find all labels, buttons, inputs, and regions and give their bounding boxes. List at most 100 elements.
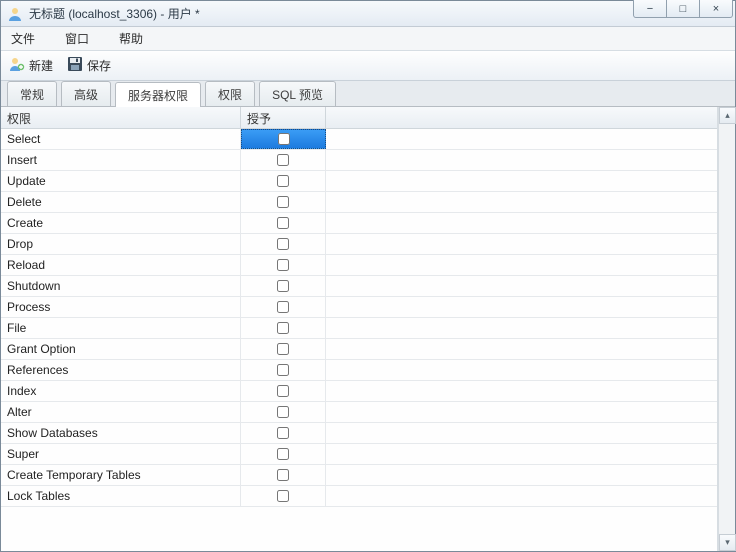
app-window: 无标题 (localhost_3306) - 用户 * − □ × 文件 窗口 … — [0, 0, 736, 552]
grant-cell[interactable] — [241, 486, 326, 506]
table-row[interactable]: Select — [1, 129, 717, 150]
scroll-up-button[interactable]: ▴ — [719, 107, 736, 124]
tab-general[interactable]: 常规 — [7, 81, 57, 106]
grant-checkbox[interactable] — [277, 280, 289, 292]
grant-cell[interactable] — [241, 297, 326, 317]
table-row[interactable]: Create Temporary Tables — [1, 465, 717, 486]
column-privilege[interactable]: 权限 — [1, 107, 241, 128]
chevron-up-icon: ▴ — [725, 110, 730, 121]
vertical-scrollbar[interactable]: ▴ ▾ — [718, 107, 735, 551]
privilege-cell[interactable]: Lock Tables — [1, 486, 241, 506]
tab-server-privileges[interactable]: 服务器权限 — [115, 82, 201, 107]
privilege-cell[interactable]: Show Databases — [1, 423, 241, 443]
grant-cell[interactable] — [241, 360, 326, 380]
privilege-cell[interactable]: File — [1, 318, 241, 338]
tab-privileges[interactable]: 权限 — [205, 81, 255, 106]
scroll-down-button[interactable]: ▾ — [719, 534, 736, 551]
table-row[interactable]: References — [1, 360, 717, 381]
table-row[interactable]: Super — [1, 444, 717, 465]
new-button[interactable]: 新建 — [9, 56, 53, 75]
privilege-cell[interactable]: References — [1, 360, 241, 380]
close-icon: × — [713, 3, 719, 15]
grant-checkbox[interactable] — [277, 322, 289, 334]
maximize-button[interactable]: □ — [666, 0, 700, 18]
grant-cell[interactable] — [241, 318, 326, 338]
grant-cell[interactable] — [241, 423, 326, 443]
privilege-cell[interactable]: Create Temporary Tables — [1, 465, 241, 485]
grant-cell[interactable] — [241, 255, 326, 275]
privilege-cell[interactable]: Create — [1, 213, 241, 233]
menu-file[interactable]: 文件 — [7, 28, 39, 49]
new-label: 新建 — [29, 57, 53, 74]
grid-header: 权限 授予 — [1, 107, 717, 129]
titlebar[interactable]: 无标题 (localhost_3306) - 用户 * − □ × — [1, 1, 735, 27]
table-row[interactable]: Shutdown — [1, 276, 717, 297]
window-controls: − □ × — [634, 0, 733, 18]
table-row[interactable]: File — [1, 318, 717, 339]
privilege-cell[interactable]: Super — [1, 444, 241, 464]
table-row[interactable]: Reload — [1, 255, 717, 276]
grant-checkbox[interactable] — [277, 406, 289, 418]
table-row[interactable]: Lock Tables — [1, 486, 717, 507]
grant-cell[interactable] — [241, 465, 326, 485]
privilege-cell[interactable]: Grant Option — [1, 339, 241, 359]
minimize-button[interactable]: − — [633, 0, 667, 18]
grant-cell[interactable] — [241, 381, 326, 401]
grid-body[interactable]: SelectInsertUpdateDeleteCreateDropReload… — [1, 129, 717, 551]
tab-sql-preview[interactable]: SQL 预览 — [259, 81, 336, 106]
grant-checkbox[interactable] — [277, 343, 289, 355]
privilege-cell[interactable]: Alter — [1, 402, 241, 422]
close-button[interactable]: × — [699, 0, 733, 18]
grant-checkbox[interactable] — [277, 154, 289, 166]
privilege-cell[interactable]: Drop — [1, 234, 241, 254]
table-row[interactable]: Update — [1, 171, 717, 192]
privilege-cell[interactable]: Reload — [1, 255, 241, 275]
menu-window[interactable]: 窗口 — [61, 28, 93, 49]
grant-checkbox[interactable] — [277, 469, 289, 481]
privilege-cell[interactable]: Index — [1, 381, 241, 401]
grant-checkbox[interactable] — [277, 217, 289, 229]
grant-checkbox[interactable] — [277, 448, 289, 460]
grant-cell[interactable] — [241, 234, 326, 254]
table-row[interactable]: Show Databases — [1, 423, 717, 444]
grant-cell[interactable] — [241, 276, 326, 296]
menu-help[interactable]: 帮助 — [115, 28, 147, 49]
grant-cell[interactable] — [241, 444, 326, 464]
grant-checkbox[interactable] — [277, 364, 289, 376]
grant-checkbox[interactable] — [277, 301, 289, 313]
grant-checkbox[interactable] — [277, 238, 289, 250]
grant-checkbox[interactable] — [277, 196, 289, 208]
table-row[interactable]: Grant Option — [1, 339, 717, 360]
privilege-cell[interactable]: Shutdown — [1, 276, 241, 296]
tab-advanced[interactable]: 高级 — [61, 81, 111, 106]
grant-checkbox[interactable] — [277, 490, 289, 502]
column-grant[interactable]: 授予 — [241, 107, 326, 128]
privilege-cell[interactable]: Update — [1, 171, 241, 191]
grant-cell[interactable] — [241, 129, 326, 149]
grant-cell[interactable] — [241, 192, 326, 212]
grant-cell[interactable] — [241, 213, 326, 233]
table-row[interactable]: Index — [1, 381, 717, 402]
table-row[interactable]: Alter — [1, 402, 717, 423]
table-row[interactable]: Insert — [1, 150, 717, 171]
table-row[interactable]: Create — [1, 213, 717, 234]
grant-checkbox[interactable] — [277, 259, 289, 271]
save-button[interactable]: 保存 — [67, 56, 111, 75]
table-row[interactable]: Process — [1, 297, 717, 318]
tabbar: 常规 高级 服务器权限 权限 SQL 预览 — [1, 81, 735, 107]
grant-cell[interactable] — [241, 339, 326, 359]
grant-checkbox[interactable] — [277, 427, 289, 439]
grant-checkbox[interactable] — [278, 133, 290, 145]
window-title: 无标题 (localhost_3306) - 用户 * — [29, 5, 729, 22]
table-row[interactable]: Delete — [1, 192, 717, 213]
privilege-cell[interactable]: Delete — [1, 192, 241, 212]
privilege-cell[interactable]: Select — [1, 129, 241, 149]
grant-cell[interactable] — [241, 402, 326, 422]
grant-checkbox[interactable] — [277, 385, 289, 397]
privilege-cell[interactable]: Insert — [1, 150, 241, 170]
grant-checkbox[interactable] — [277, 175, 289, 187]
grant-cell[interactable] — [241, 150, 326, 170]
grant-cell[interactable] — [241, 171, 326, 191]
table-row[interactable]: Drop — [1, 234, 717, 255]
privilege-cell[interactable]: Process — [1, 297, 241, 317]
